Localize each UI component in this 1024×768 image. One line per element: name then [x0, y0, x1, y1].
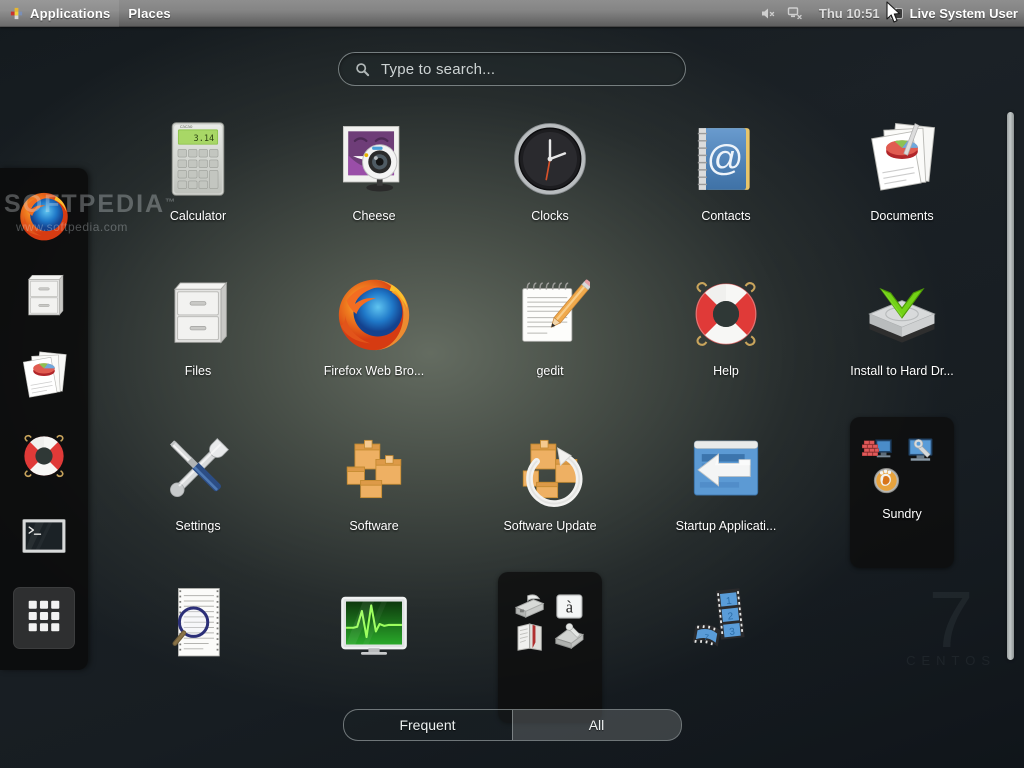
app-label: gedit: [536, 364, 563, 378]
tab-frequent-label: Frequent: [399, 717, 455, 733]
view-selector: Frequent All: [0, 709, 1024, 741]
firefox-icon: [15, 187, 73, 250]
app-startup-applications[interactable]: Startup Applicati...: [638, 415, 814, 570]
app-software-update[interactable]: Software Update: [462, 415, 638, 570]
app-label: Software Update: [503, 519, 596, 533]
app-label: Files: [185, 364, 211, 378]
sundry-folder-icon: [859, 431, 945, 503]
application-grid: 3.14 cacao Calculator: [110, 105, 990, 725]
dash-item-documents[interactable]: [13, 347, 75, 409]
desktop-overview: Applications Places Thu 10:51: [0, 0, 1024, 768]
dash-item-show-applications[interactable]: [13, 587, 75, 649]
terminal-icon: [18, 510, 70, 567]
network-disconnected-icon[interactable]: [787, 6, 804, 21]
app-install-to-hard-drive[interactable]: Install to Hard Dr...: [814, 260, 990, 415]
dash-item-help[interactable]: [13, 427, 75, 489]
software-boxes-icon: [328, 423, 420, 515]
app-label: Software: [349, 519, 398, 533]
app-gedit[interactable]: gedit: [462, 260, 638, 415]
app-software[interactable]: Software: [286, 415, 462, 570]
help-lifering-icon: [17, 429, 71, 488]
app-firefox[interactable]: Firefox Web Bro...: [286, 260, 462, 415]
app-label: Startup Applicati...: [676, 519, 777, 533]
app-cheese[interactable]: Cheese: [286, 105, 462, 260]
dash-item-files[interactable]: [13, 267, 75, 329]
app-files[interactable]: Files: [110, 260, 286, 415]
search-icon: [355, 62, 370, 77]
applications-menu-label: Applications: [30, 6, 110, 21]
top-bar: Applications Places Thu 10:51: [0, 0, 1024, 27]
tab-frequent[interactable]: Frequent: [344, 710, 512, 740]
tab-all[interactable]: All: [512, 710, 681, 740]
app-contacts[interactable]: @ Contacts: [638, 105, 814, 260]
app-label: Cheese: [352, 209, 395, 223]
user-menu-label[interactable]: Live System User: [910, 6, 1018, 21]
app-label: Help: [713, 364, 739, 378]
install-harddrive-icon: [856, 268, 948, 360]
app-documents[interactable]: Documents: [814, 105, 990, 260]
app-label: Clocks: [531, 209, 569, 223]
search-bar-container: Type to search...: [0, 52, 1024, 86]
system-monitor-icon: [328, 578, 420, 670]
settings-tools-icon: [152, 423, 244, 515]
volume-muted-icon[interactable]: [760, 6, 777, 21]
app-help[interactable]: Help: [638, 260, 814, 415]
help-lifering-icon: [680, 268, 772, 360]
clocks-icon: [504, 113, 596, 205]
app-label: Settings: [175, 519, 220, 533]
message-tray-icon[interactable]: [890, 8, 903, 19]
app-system-monitor[interactable]: [286, 570, 462, 725]
svg-text:@: @: [707, 137, 744, 178]
gedit-notepad-icon: [504, 268, 596, 360]
svg-text:cacao: cacao: [180, 125, 193, 130]
places-menu-label: Places: [128, 6, 170, 21]
videos-filmstrip-icon: 123 7: [680, 578, 772, 670]
applications-menu[interactable]: Applications: [0, 0, 119, 27]
app-clocks[interactable]: Clocks: [462, 105, 638, 260]
cheese-webcam-icon: [328, 113, 420, 205]
app-label: Firefox Web Bro...: [324, 364, 425, 378]
apps-menu-icon: [9, 6, 24, 21]
app-label: Documents: [870, 209, 933, 223]
firefox-icon: [328, 268, 420, 360]
svg-text:3.14: 3.14: [194, 134, 215, 144]
app-label: Calculator: [170, 209, 226, 223]
app-label: Sundry: [882, 507, 922, 521]
clock[interactable]: Thu 10:51: [809, 6, 890, 21]
log-viewer-icon: [152, 578, 244, 670]
dash-item-terminal[interactable]: [13, 507, 75, 569]
files-cabinet-icon: [152, 268, 244, 360]
dash-item-firefox[interactable]: [13, 187, 75, 249]
scrollbar-thumb[interactable]: [1007, 112, 1014, 660]
documents-icon: [16, 348, 72, 409]
places-menu[interactable]: Places: [119, 0, 179, 27]
calculator-icon: 3.14 cacao: [152, 113, 244, 205]
search-placeholder: Type to search...: [381, 61, 495, 78]
tab-all-label: All: [589, 717, 605, 733]
app-label: Install to Hard Dr...: [850, 364, 954, 378]
app-label: Contacts: [701, 209, 750, 223]
files-cabinet-icon: [18, 270, 70, 327]
app-folder-sundry[interactable]: Sundry: [850, 417, 954, 568]
dash-dock: [0, 168, 88, 670]
svg-text:à: à: [566, 597, 574, 616]
app-calculator[interactable]: 3.14 cacao Calculator: [110, 105, 286, 260]
app-folder-utilities[interactable]: à: [498, 572, 602, 723]
app-settings[interactable]: Settings: [110, 415, 286, 570]
app-grid-scrollbar[interactable]: [1006, 112, 1016, 668]
utilities-folder-icon: à: [507, 586, 593, 658]
app-videos[interactable]: 123 7: [638, 570, 814, 725]
contacts-addressbook-icon: @: [680, 113, 772, 205]
app-log-viewer[interactable]: [110, 570, 286, 725]
startup-applications-icon: [680, 423, 772, 515]
software-update-icon: [504, 423, 596, 515]
documents-icon: [856, 113, 948, 205]
app-grid-icon: [26, 598, 62, 639]
search-input[interactable]: Type to search...: [338, 52, 686, 86]
